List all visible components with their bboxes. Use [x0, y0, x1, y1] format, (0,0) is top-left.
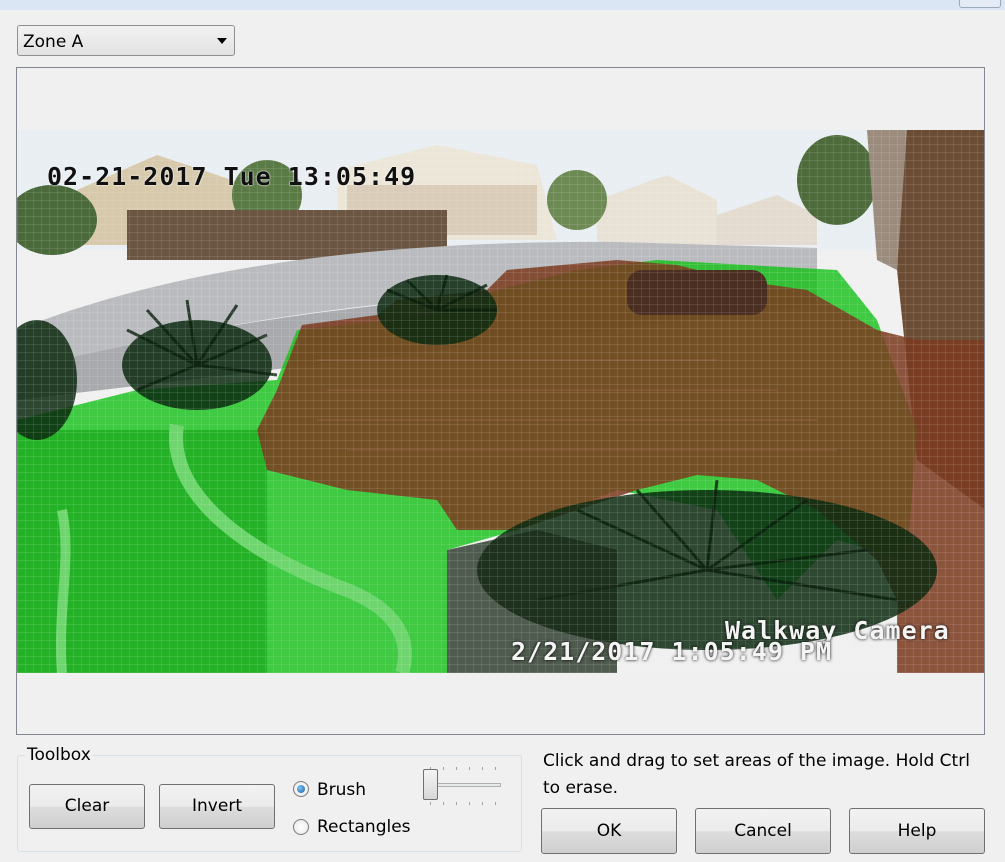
- zone-select-value: Zone A: [23, 32, 84, 52]
- slider-ticks-top: [430, 767, 496, 770]
- toolbox-title: Toolbox: [25, 745, 93, 765]
- help-button[interactable]: Help: [849, 808, 985, 854]
- brush-size-slider-thumb[interactable]: [423, 769, 438, 800]
- image-panel: 02-21-2017 Tue 13:05:49 Walkway Camera 2…: [16, 67, 985, 735]
- ok-button-label: OK: [596, 821, 622, 841]
- chevron-down-icon: [217, 38, 227, 44]
- slider-ticks-bottom: [430, 802, 496, 805]
- title-bar: [0, 0, 1005, 10]
- cancel-button[interactable]: Cancel: [695, 808, 831, 854]
- close-icon[interactable]: [959, 0, 1001, 8]
- camera-image: [17, 130, 984, 673]
- camera-timestamp-bottom: 2/21/2017 1:05:49 PM: [511, 637, 833, 666]
- brush-radio-label[interactable]: Brush: [317, 780, 366, 800]
- clear-button-label: Clear: [64, 796, 110, 816]
- invert-button[interactable]: Invert: [159, 784, 275, 829]
- instructions-text: Click and drag to set areas of the image…: [543, 751, 970, 798]
- radio-selected-dot: [297, 785, 305, 793]
- brush-radio[interactable]: [293, 781, 309, 797]
- ok-button[interactable]: OK: [541, 808, 677, 854]
- clear-button[interactable]: Clear: [29, 784, 145, 829]
- invert-button-label: Invert: [192, 796, 242, 816]
- camera-view[interactable]: 02-21-2017 Tue 13:05:49 Walkway Camera 2…: [17, 130, 984, 673]
- rectangles-radio-label[interactable]: Rectangles: [317, 817, 411, 837]
- rectangles-radio[interactable]: [293, 819, 309, 835]
- zone-select[interactable]: Zone A: [17, 25, 235, 56]
- help-button-label: Help: [897, 821, 937, 841]
- camera-timestamp-top: 02-21-2017 Tue 13:05:49: [47, 162, 417, 191]
- cancel-button-label: Cancel: [734, 821, 792, 841]
